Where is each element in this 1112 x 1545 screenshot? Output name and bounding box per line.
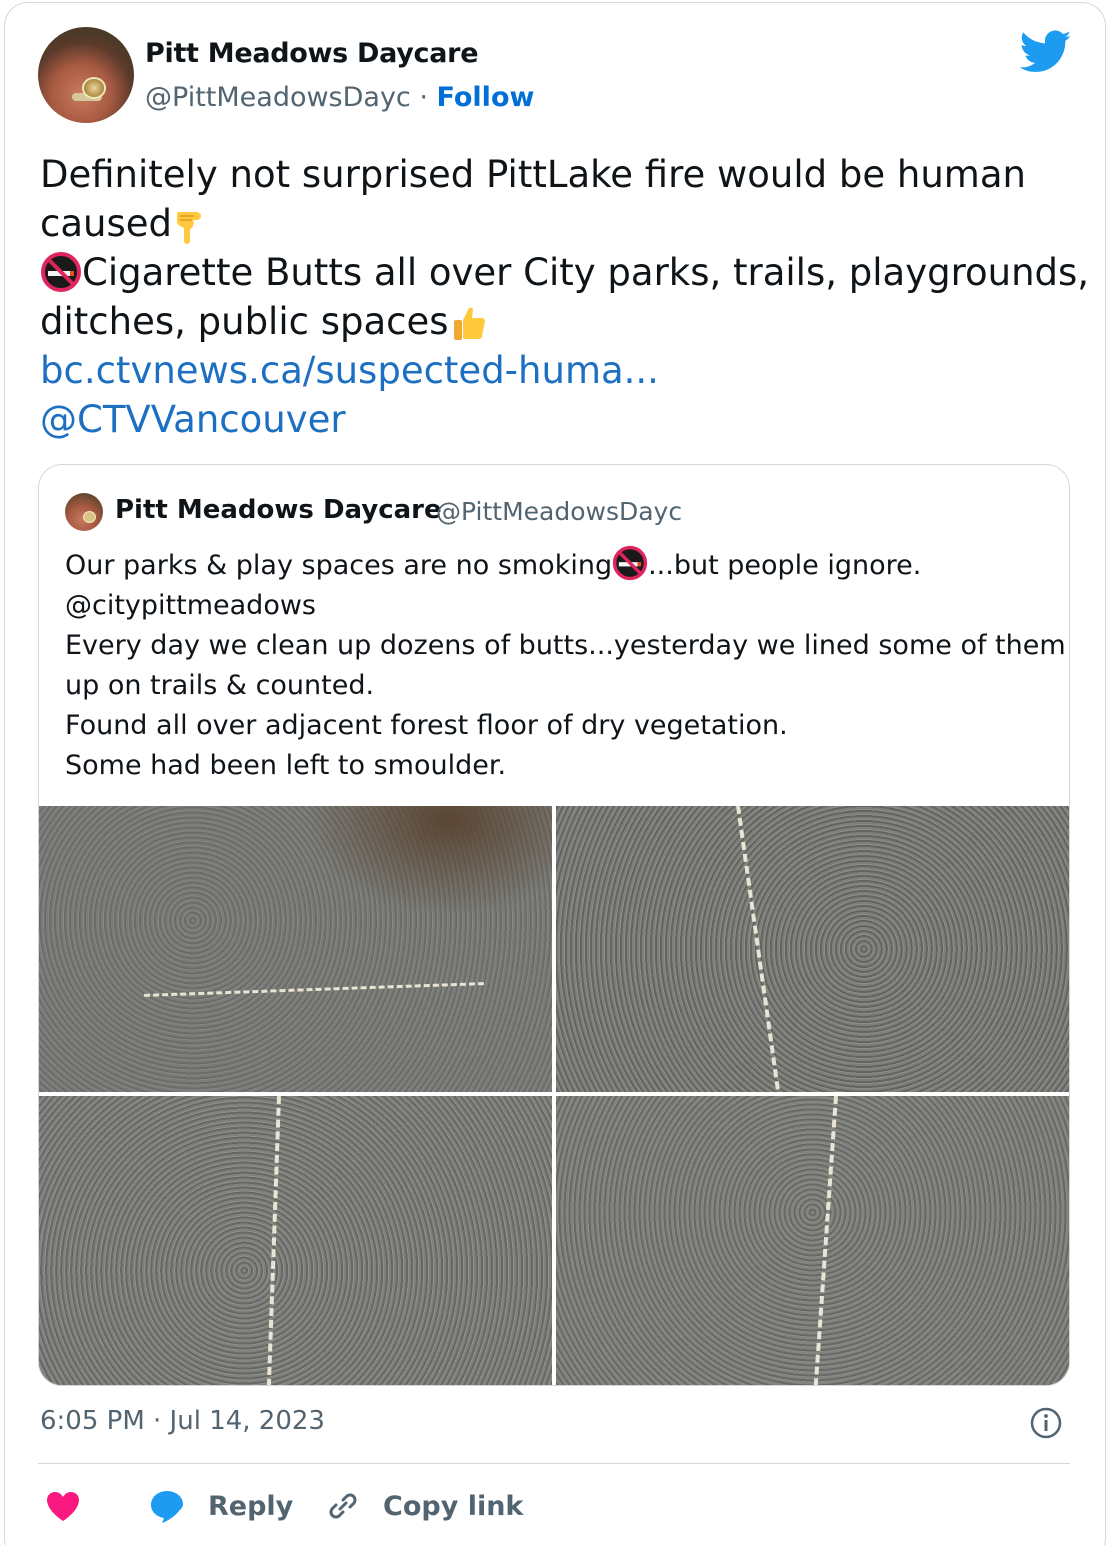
quoted-line-3: Every day we clean up dozens of butts...… bbox=[65, 630, 1066, 661]
quoted-line-2: @citypittmeadows bbox=[65, 590, 316, 621]
quoted-tweet[interactable]: Pitt Meadows Daycare @PittMeadowsDayc Ou… bbox=[38, 464, 1070, 1386]
quoted-line-1-b: ...but people ignore. bbox=[648, 550, 922, 581]
quoted-author-handle: @PittMeadowsDayc bbox=[436, 497, 683, 526]
tweet-line-4: ditches, public spaces bbox=[40, 297, 1060, 346]
quoted-line-1: Our parks & play spaces are no smoking..… bbox=[65, 545, 1055, 586]
quoted-line-4: up on trails & counted. bbox=[65, 670, 375, 701]
author-name[interactable]: Pitt Meadows Daycare bbox=[145, 38, 479, 69]
info-icon[interactable] bbox=[1029, 1406, 1063, 1440]
tweet-line-1: Definitely not surprised PittLake fire w… bbox=[40, 153, 1026, 196]
tweet-line-4-text: ditches, public spaces bbox=[40, 300, 449, 343]
quoted-line-5: Found all over adjacent forest floor of … bbox=[65, 710, 788, 741]
photo-4[interactable] bbox=[556, 1096, 1069, 1385]
author-handle[interactable]: @PittMeadowsDayc bbox=[145, 82, 411, 113]
heart-icon bbox=[47, 1492, 79, 1521]
tweet-line-3: Cigarette Butts all over City parks, tra… bbox=[40, 248, 1089, 297]
quoted-author-avatar bbox=[65, 493, 103, 531]
copy-link-button[interactable]: Copy link bbox=[325, 1486, 523, 1526]
article-link[interactable]: bc.ctvnews.ca/suspected-huma... bbox=[40, 346, 1060, 395]
follow-button[interactable]: Follow bbox=[437, 82, 535, 113]
photo-3[interactable] bbox=[39, 1096, 552, 1385]
tweet-body: Definitely not surprised PittLake fire w… bbox=[40, 150, 1089, 444]
twitter-bird-icon[interactable] bbox=[1020, 30, 1072, 74]
tweet-line-3-text: Cigarette Butts all over City parks, tra… bbox=[82, 251, 1090, 294]
reply-button[interactable]: Reply bbox=[148, 1486, 293, 1526]
tweet-line-2: caused bbox=[40, 199, 1060, 248]
handle-separator: · bbox=[410, 82, 437, 113]
footer-divider bbox=[38, 1463, 1070, 1464]
tweet-line-2-text: caused bbox=[40, 202, 172, 245]
reply-label: Reply bbox=[208, 1490, 294, 1522]
copy-link-label: Copy link bbox=[383, 1490, 524, 1522]
photo-2[interactable] bbox=[556, 806, 1069, 1092]
quoted-line-6: Some had been left to smoulder. bbox=[65, 750, 507, 781]
thumbs-up-emoji-icon bbox=[453, 307, 485, 340]
link-icon bbox=[329, 1493, 357, 1519]
quoted-tweet-body: Our parks & play spaces are no smoking..… bbox=[65, 545, 1066, 786]
quoted-author-name: Pitt Meadows Daycare bbox=[115, 495, 442, 525]
no-smoking-icon bbox=[41, 252, 81, 292]
author-avatar[interactable] bbox=[38, 27, 134, 123]
quoted-line-1-a: Our parks & play spaces are no smoking bbox=[65, 550, 613, 581]
photo-1[interactable] bbox=[39, 806, 552, 1092]
reply-bubble-icon bbox=[151, 1491, 183, 1523]
like-button[interactable] bbox=[44, 1486, 82, 1526]
point-down-emoji-icon bbox=[177, 212, 201, 244]
no-smoking-icon bbox=[612, 545, 648, 581]
tweet-timestamp[interactable]: 6:05 PM · Jul 14, 2023 bbox=[40, 1406, 325, 1436]
author-handle-row: @PittMeadowsDayc · Follow bbox=[145, 82, 534, 113]
mention-ctv-vancouver[interactable]: @CTVVancouver bbox=[40, 395, 1060, 444]
